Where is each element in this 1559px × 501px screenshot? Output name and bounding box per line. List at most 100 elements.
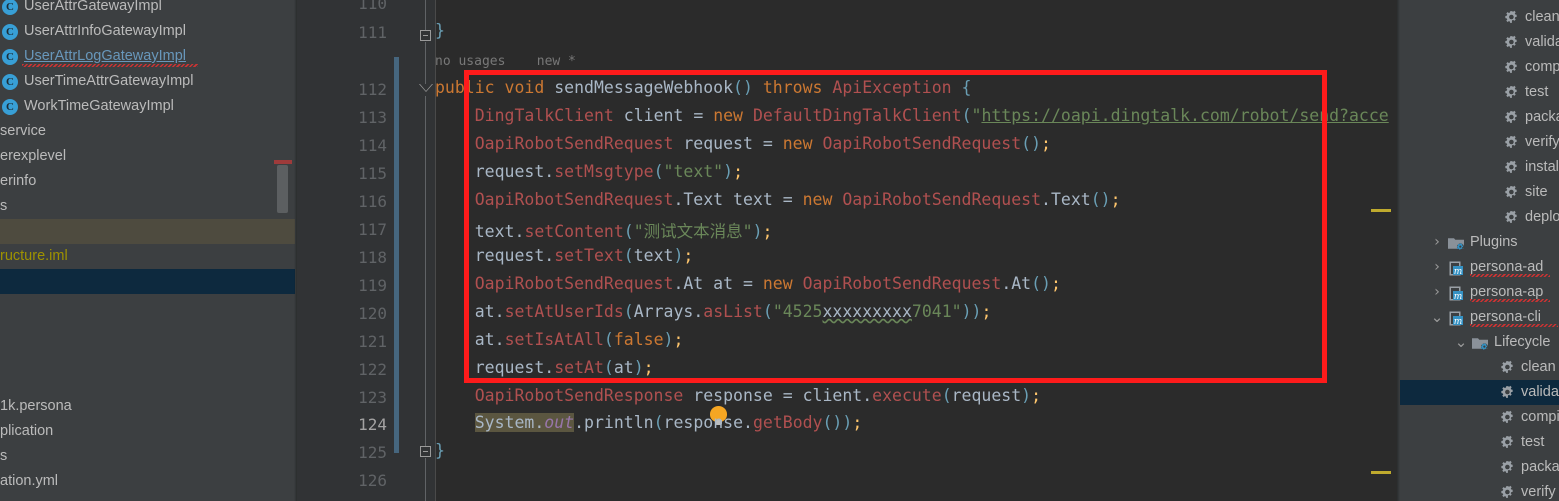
project-tree-item[interactable]: 1k.persona [0, 394, 295, 419]
code-line[interactable]: OapiRobotSendRequest.Text text = new Oap… [435, 190, 1121, 209]
code-line[interactable]: } [435, 441, 445, 460]
code-token: https://oapi.dingtalk.com/robot/send?acc… [981, 106, 1389, 125]
project-tree-item[interactable]: erinfo [0, 169, 295, 194]
project-tree-item[interactable]: s [0, 444, 295, 469]
project-tree-item[interactable] [0, 219, 295, 244]
code-line[interactable]: OapiRobotSendRequest.At at = new OapiRob… [435, 274, 1061, 293]
line-number: 125 [358, 443, 387, 462]
chevron-right-icon[interactable]: › [1430, 255, 1444, 280]
warning-stripe-marker[interactable] [1371, 209, 1391, 212]
code-line[interactable]: at.setAtUserIds(Arrays.asList("4525xxxxx… [435, 302, 992, 321]
code-token: () [1021, 134, 1042, 153]
code-line[interactable]: System.out.println(response.getBody()); [435, 413, 862, 432]
maven-tree-item[interactable]: › m persona-ap [1400, 280, 1559, 305]
chevron-down-icon[interactable]: ⌄ [1454, 330, 1468, 355]
code-token: public [435, 78, 505, 97]
project-tree-item[interactable]: s [0, 194, 295, 219]
java-class-icon [2, 0, 18, 15]
code-editor[interactable]: 110 111 112 113 114 115 116 117 118 119 120 121 122 1… [297, 0, 1397, 501]
code-line[interactable]: OapiRobotSendResponse response = client.… [435, 386, 1041, 405]
code-token: ( [603, 330, 614, 349]
project-tree-item[interactable]: ructure.iml [0, 244, 295, 269]
maven-tree-item[interactable]: compile [1400, 405, 1559, 430]
project-tree-item[interactable]: plication [0, 419, 295, 444]
code-token: . [544, 162, 555, 181]
line-number: 110 [358, 0, 387, 13]
maven-tree-item-label: validate [1525, 34, 1559, 50]
project-tree-item-label: erexplevel [0, 148, 67, 164]
code-token: setContent [524, 222, 624, 241]
code-token: DefaultDingTalkClient [752, 106, 962, 125]
code-token: . [494, 302, 505, 321]
maven-tree-item[interactable]: verify [1400, 130, 1559, 155]
code-token: at [474, 330, 495, 349]
maven-tree-item[interactable]: validate [1400, 380, 1559, 405]
maven-tree-item[interactable]: clean [1400, 5, 1559, 30]
project-tree-panel[interactable]: UserAttrGatewayImpl UserAttrInfoGatewayIm… [0, 0, 297, 501]
warning-stripe-marker[interactable] [1371, 471, 1391, 474]
maven-tree-item[interactable]: package [1400, 455, 1559, 480]
maven-tree-item[interactable]: test [1400, 80, 1559, 105]
maven-tree-item[interactable]: validate [1400, 30, 1559, 55]
project-tree-item[interactable]: UserAttrInfoGatewayImpl [0, 19, 295, 44]
code-token: "测试文本消息" [633, 222, 753, 241]
fold-collapse-icon[interactable] [420, 30, 431, 41]
chevron-right-icon[interactable]: › [1430, 230, 1444, 255]
maven-tree-item[interactable]: ⌄ m persona-cli [1400, 305, 1559, 330]
code-line[interactable]: at.setIsAtAll(false); [435, 330, 684, 349]
chevron-right-icon[interactable]: › [1430, 280, 1444, 305]
project-tree-item[interactable]: WorkTimeGatewayImpl [0, 94, 295, 119]
project-tree-item[interactable] [0, 269, 295, 294]
fold-collapse-icon-2[interactable] [420, 446, 431, 457]
svg-text:m: m [1454, 292, 1463, 301]
code-token: . [544, 358, 555, 377]
code-line[interactable]: OapiRobotSendRequest request = new OapiR… [435, 134, 1051, 153]
project-panel-scrollbar[interactable] [277, 165, 288, 213]
maven-tree-item[interactable]: install [1400, 155, 1559, 180]
project-tree-item[interactable]: ation.yml [0, 469, 295, 494]
maven-tool-window[interactable]: clean validate compile test package verify ins… [1400, 0, 1559, 501]
editor-gutter[interactable]: 110 111 112 113 114 115 116 117 118 119 120 121 122 1… [297, 0, 399, 501]
code-folding-strip[interactable] [399, 0, 435, 501]
code-line[interactable]: request.setAt(at); [435, 358, 654, 377]
project-tree-item-label: UserAttrInfoGatewayImpl [24, 23, 186, 39]
maven-tree-item[interactable]: package [1400, 105, 1559, 130]
maven-tree-item[interactable]: ⌄ Lifecycle [1400, 330, 1559, 355]
code-token: new [762, 274, 803, 293]
code-token: sendMessageWebhook [554, 78, 734, 97]
line-number: 121 [358, 332, 387, 351]
maven-tree-item-label: Plugins [1470, 234, 1518, 250]
line-number: 124 [358, 415, 387, 434]
maven-tree-item[interactable]: clean [1400, 355, 1559, 380]
project-tree-item[interactable]: UserAttrLogGatewayImpl [0, 44, 295, 69]
maven-tree-item[interactable]: deploy [1400, 205, 1559, 230]
code-line[interactable]: public void sendMessageWebhook() throws … [435, 78, 971, 97]
code-line[interactable]: DingTalkClient client = new DefaultDingT… [435, 106, 1389, 125]
code-line[interactable]: request.setMsgtype("text"); [435, 162, 743, 181]
code-line[interactable]: text.setContent("测试文本消息"); [435, 218, 773, 242]
maven-tree-item-label: clean [1521, 359, 1556, 375]
project-tree-item[interactable]: erexplevel [0, 144, 295, 169]
maven-tree-item[interactable]: compile [1400, 55, 1559, 80]
svg-text:m: m [1454, 317, 1463, 326]
code-token: . [514, 222, 525, 241]
code-line[interactable]: request.setText(text); [435, 246, 694, 265]
code-token: System [474, 413, 535, 432]
project-tree-item[interactable]: UserAttrGatewayImpl [0, 0, 295, 19]
maven-tree-item[interactable]: › m persona-ad [1400, 255, 1559, 280]
project-tree-item[interactable]: UserTimeAttrGatewayImpl [0, 69, 295, 94]
gear-icon [1504, 35, 1520, 51]
maven-tree-item[interactable]: site [1400, 180, 1559, 205]
maven-tree-item[interactable]: test [1400, 430, 1559, 455]
code-line[interactable]: } [435, 21, 445, 40]
code-text-area[interactable]: no usages new *} public void sendMessageW… [435, 0, 1397, 501]
code-token: execute [872, 386, 942, 405]
project-tree-item[interactable]: service [0, 119, 295, 144]
chevron-down-icon[interactable]: ⌄ [1430, 305, 1444, 330]
code-token: ; [981, 302, 992, 321]
left-panel-shadow [294, 0, 297, 501]
maven-tree-item[interactable]: › Plugins [1400, 230, 1559, 255]
inlay-hint-usages[interactable]: no usages new * [435, 54, 576, 69]
maven-tree-item[interactable]: verify [1400, 480, 1559, 501]
line-number: 120 [358, 304, 387, 323]
